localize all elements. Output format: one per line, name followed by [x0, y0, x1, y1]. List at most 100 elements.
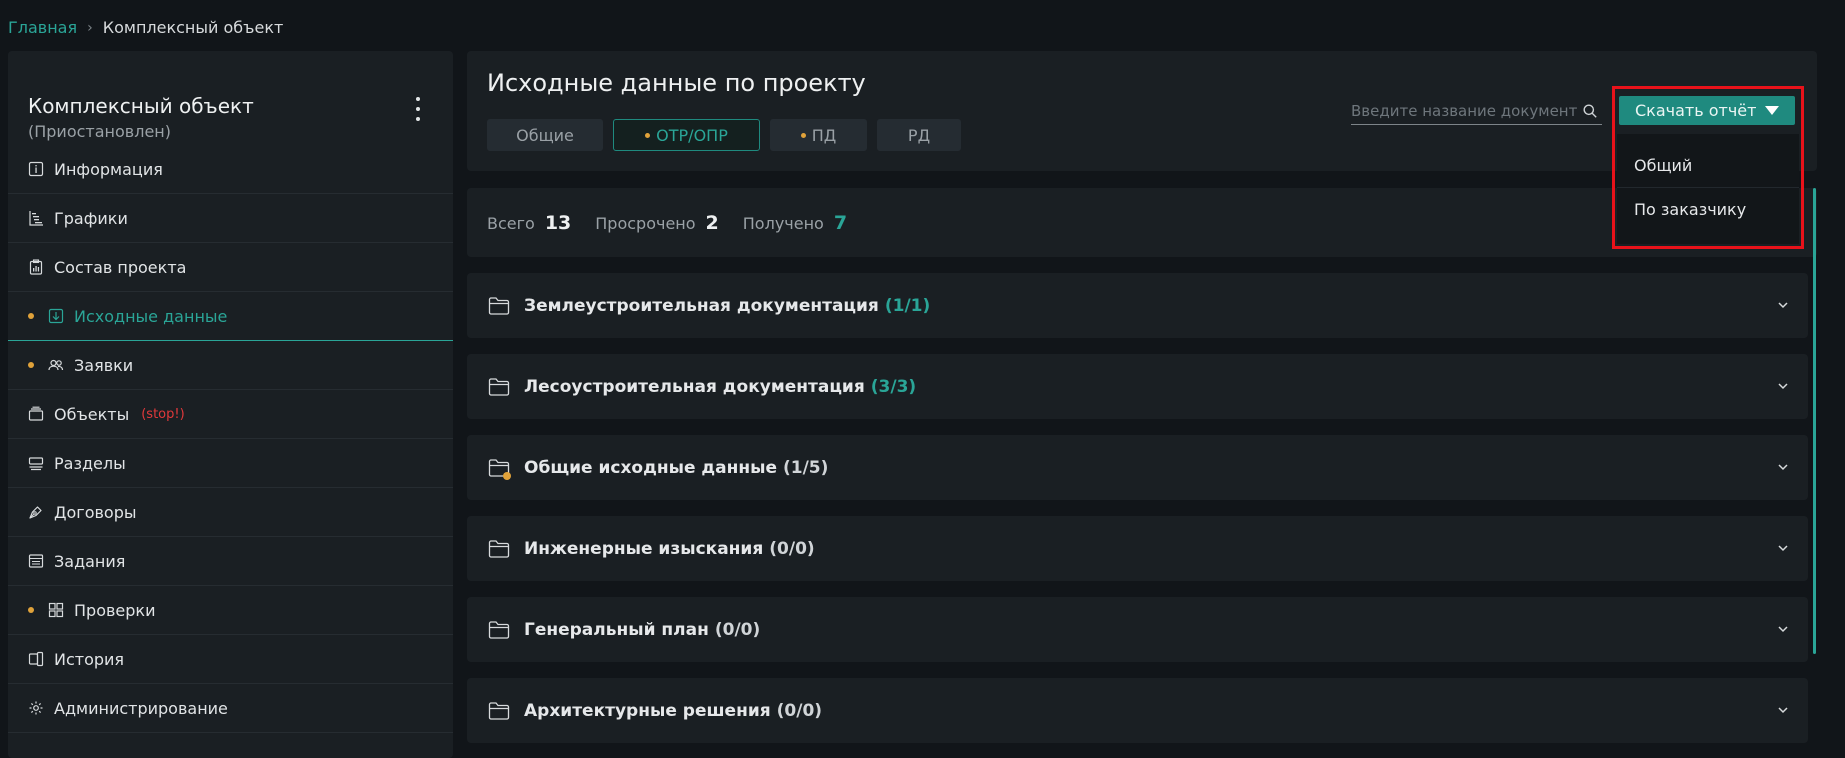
section-land-survey[interactable]: Землеустроительная документация (1/1): [467, 273, 1808, 338]
users-icon: [48, 357, 64, 373]
sidebar-item-info[interactable]: Информация: [8, 145, 453, 194]
tab-pd[interactable]: ПД: [770, 119, 867, 151]
sidebar-item-checks[interactable]: Проверки: [8, 586, 453, 635]
sidebar-item-requests[interactable]: Заявки: [8, 341, 453, 390]
tab-label: Общие: [516, 125, 574, 145]
sidebar-item-label: Проверки: [74, 600, 156, 620]
sidebar-item-charts[interactable]: Графики: [8, 194, 453, 243]
more-options-icon[interactable]: [411, 97, 425, 121]
sidebar-item-label: Договоры: [54, 502, 137, 522]
sidebar-item-label: Исходные данные: [74, 306, 228, 326]
chevron-down-icon[interactable]: [1776, 621, 1790, 635]
breadcrumb-separator: ›: [87, 19, 93, 36]
folder-icon: [488, 701, 510, 721]
section-count: (1/1): [884, 295, 931, 316]
sidebar-item-source-data[interactable]: Исходные данные: [8, 292, 453, 341]
sidebar-item-label: Состав проекта: [54, 257, 187, 277]
sidebar-item-contracts[interactable]: Договоры: [8, 488, 453, 537]
scrollbar[interactable]: [1813, 188, 1816, 654]
folder-icon: [488, 296, 510, 316]
stat-value: 2: [705, 211, 719, 234]
folder-icon: [488, 539, 510, 559]
chevron-down-icon[interactable]: [1776, 702, 1790, 716]
sidebar-item-administration[interactable]: Администрирование: [8, 684, 453, 733]
section-count: (0/0): [776, 700, 823, 721]
tab-label: РД: [907, 125, 931, 145]
tab-general[interactable]: Общие: [487, 119, 603, 151]
chevron-down-icon[interactable]: [1776, 540, 1790, 554]
section-title: Инженерные изыскания: [524, 538, 764, 559]
section-count: (0/0): [714, 619, 761, 640]
section-architectural-solutions[interactable]: Архитектурные решения (0/0): [467, 678, 1808, 743]
sidebar-item-label: Заявки: [74, 355, 134, 375]
folder-icon: [488, 458, 511, 480]
stat-value: 7: [833, 211, 848, 234]
section-forest-survey[interactable]: Лесоустроительная документация (3/3): [467, 354, 1808, 419]
sidebar-nav: Информация Графики Состав проекта Исходн…: [8, 145, 453, 733]
tab-rd[interactable]: РД: [877, 119, 961, 151]
notification-dot: [503, 471, 511, 480]
folder-icon: [488, 620, 510, 640]
stats-bar: Всего 13 Просрочено 2 Получено 7: [467, 188, 1817, 257]
gantt-icon: [28, 210, 44, 226]
chevron-down-icon[interactable]: [1776, 459, 1790, 473]
tab-dot: [645, 132, 651, 138]
section-title: Лесоустроительная документация: [524, 376, 865, 397]
info-icon: [28, 161, 44, 177]
window-icon: [28, 553, 44, 569]
dropdown-item-by-customer[interactable]: По заказчику: [1617, 187, 1799, 231]
sidebar-item-label: Информация: [54, 159, 163, 179]
tab-label: ОТР/ОПР: [656, 125, 728, 145]
chevron-down-icon[interactable]: [1776, 378, 1790, 392]
document-search: [1351, 97, 1602, 125]
grid-icon: [48, 602, 64, 618]
sidebar-item-sections[interactable]: Разделы: [8, 439, 453, 488]
stat-received: Получено 7: [743, 212, 847, 234]
sidebar-item-tasks[interactable]: Задания: [8, 537, 453, 586]
section-count: (0/0): [769, 538, 815, 559]
gear-icon: [28, 700, 44, 716]
section-count: (3/3): [870, 376, 917, 397]
section-general-source-data[interactable]: Общие исходные данные (1/5): [467, 435, 1808, 500]
stat-total: Всего 13: [487, 212, 571, 234]
chevron-down-icon[interactable]: [1776, 297, 1790, 311]
breadcrumb-home-link[interactable]: Главная: [8, 18, 77, 37]
stat-label: Всего: [487, 213, 535, 233]
download-report-label: Скачать отчёт: [1635, 101, 1757, 120]
stat-label: Просрочено: [595, 213, 696, 233]
stat-overdue: Просрочено 2: [595, 212, 719, 234]
sidebar-item-history[interactable]: История: [8, 635, 453, 684]
notification-dot: [28, 607, 34, 613]
sidebar-item-label: Объекты: [54, 404, 130, 424]
search-icon[interactable]: [1582, 103, 1598, 119]
download-report-button[interactable]: Скачать отчёт: [1619, 96, 1795, 125]
section-engineering-surveys[interactable]: Инженерные изыскания (0/0): [467, 516, 1808, 581]
sidebar-item-objects[interactable]: Объекты (stop!): [8, 390, 453, 439]
sidebar-item-label: Разделы: [54, 453, 126, 473]
section-count: (1/5): [783, 457, 829, 478]
download-box-icon: [48, 308, 64, 324]
caret-down-icon: [1765, 106, 1779, 115]
folder-icon: [488, 377, 510, 397]
tab-label: ПД: [811, 125, 837, 145]
breadcrumb: Главная › Комплексный объект: [8, 18, 283, 37]
section-master-plan[interactable]: Генеральный план (0/0): [467, 597, 1808, 662]
sidebar-item-label: Графики: [54, 208, 128, 228]
sidebar-item-project-composition[interactable]: Состав проекта: [8, 243, 453, 292]
history-icon: [28, 651, 44, 667]
section-title: Архитектурные решения: [524, 700, 771, 721]
stat-value: 13: [544, 211, 572, 234]
sections-icon: [28, 455, 44, 471]
sidebar-header: Комплексный объект (Приостановлен): [8, 51, 453, 145]
dropdown-item-general[interactable]: Общий: [1617, 143, 1799, 187]
search-input[interactable]: [1351, 101, 1577, 120]
tab-otr-opr[interactable]: ОТР/ОПР: [613, 119, 760, 151]
download-dropdown-menu: Общий По заказчику: [1617, 134, 1799, 244]
tab-dot: [800, 132, 806, 138]
notification-dot: [28, 362, 34, 368]
sidebar-item-label: История: [54, 649, 125, 669]
sidebar-item-label: Задания: [54, 551, 126, 571]
stat-label: Получено: [742, 213, 824, 233]
document-sections: Землеустроительная документация (1/1) Ле…: [467, 273, 1808, 758]
section-title: Генеральный план: [524, 619, 709, 640]
